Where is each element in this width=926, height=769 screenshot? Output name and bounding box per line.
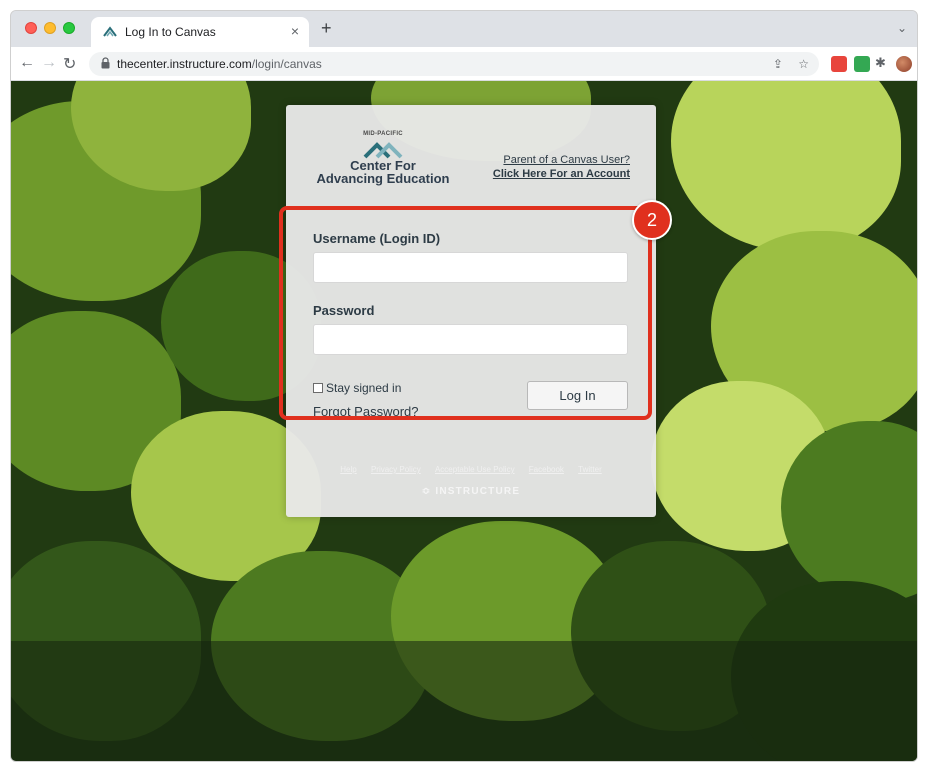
browser-menu-icon[interactable]: ⋮ xyxy=(916,54,917,71)
tab-close-icon[interactable]: × xyxy=(291,23,299,39)
reload-button[interactable]: ↻ xyxy=(63,54,76,74)
forward-button[interactable]: → xyxy=(41,54,57,72)
extension-icon-green[interactable] xyxy=(854,56,870,72)
url-text: thecenter.instructure.com/login/canvas xyxy=(117,57,322,71)
extension-icon-red[interactable] xyxy=(831,56,847,72)
tab-strip: Log In to Canvas × + ⌄ xyxy=(11,11,917,47)
footer-link-twitter[interactable]: Twitter xyxy=(578,465,602,474)
tab-search-icon[interactable]: ⌄ xyxy=(897,21,907,35)
profile-avatar[interactable] xyxy=(896,56,912,72)
bookmark-star-icon[interactable]: ☆ xyxy=(798,57,809,71)
browser-toolbar: ← → ↻ thecenter.instructure.com/login/ca… xyxy=(11,47,917,81)
logo-line-2: Advancing Education xyxy=(316,171,450,186)
mountain-logo-icon xyxy=(363,142,403,159)
url-host: thecenter.instructure.com xyxy=(117,57,252,71)
footer-link-help[interactable]: Help xyxy=(340,465,356,474)
tab-title: Log In to Canvas xyxy=(125,25,216,39)
school-logo: MID-PACIFIC Center For Advancing Educati… xyxy=(308,131,458,201)
url-path: /login/canvas xyxy=(251,57,322,71)
extensions-puzzle-icon[interactable]: ✱ xyxy=(875,55,891,71)
footer-link-privacy[interactable]: Privacy Policy xyxy=(371,465,421,474)
login-page: MID-PACIFIC Center For Advancing Educati… xyxy=(11,81,917,761)
browser-tab-canvas[interactable]: Log In to Canvas × xyxy=(91,17,309,47)
address-bar-actions: ⇪ ☆ xyxy=(761,57,809,71)
back-button[interactable]: ← xyxy=(19,54,35,72)
lock-icon xyxy=(101,57,110,69)
minimize-window-button[interactable] xyxy=(44,22,56,34)
logo-small-text: MID-PACIFIC xyxy=(363,131,403,137)
parent-link-line-1[interactable]: Parent of a Canvas User? xyxy=(493,153,630,167)
footer-link-facebook[interactable]: Facebook xyxy=(529,465,564,474)
instructure-logo[interactable]: ≎ INSTRUCTURE xyxy=(286,486,656,497)
maximize-window-button[interactable] xyxy=(63,22,75,34)
footer-link-acceptable-use[interactable]: Acceptable Use Policy xyxy=(435,465,515,474)
annotation-highlight-box xyxy=(279,206,652,420)
address-bar[interactable]: thecenter.instructure.com/login/canvas ⇪… xyxy=(89,52,819,76)
parent-signup-link[interactable]: Parent of a Canvas User? Click Here For … xyxy=(493,153,630,181)
share-icon[interactable]: ⇪ xyxy=(773,57,783,71)
canvas-favicon-icon xyxy=(103,26,117,37)
parent-link-line-2[interactable]: Click Here For an Account xyxy=(493,167,630,181)
new-tab-button[interactable]: + xyxy=(321,18,332,39)
footer-links: Help Privacy Policy Acceptable Use Polic… xyxy=(286,465,656,474)
close-window-button[interactable] xyxy=(25,22,37,34)
step-number-badge: 2 xyxy=(632,200,672,240)
